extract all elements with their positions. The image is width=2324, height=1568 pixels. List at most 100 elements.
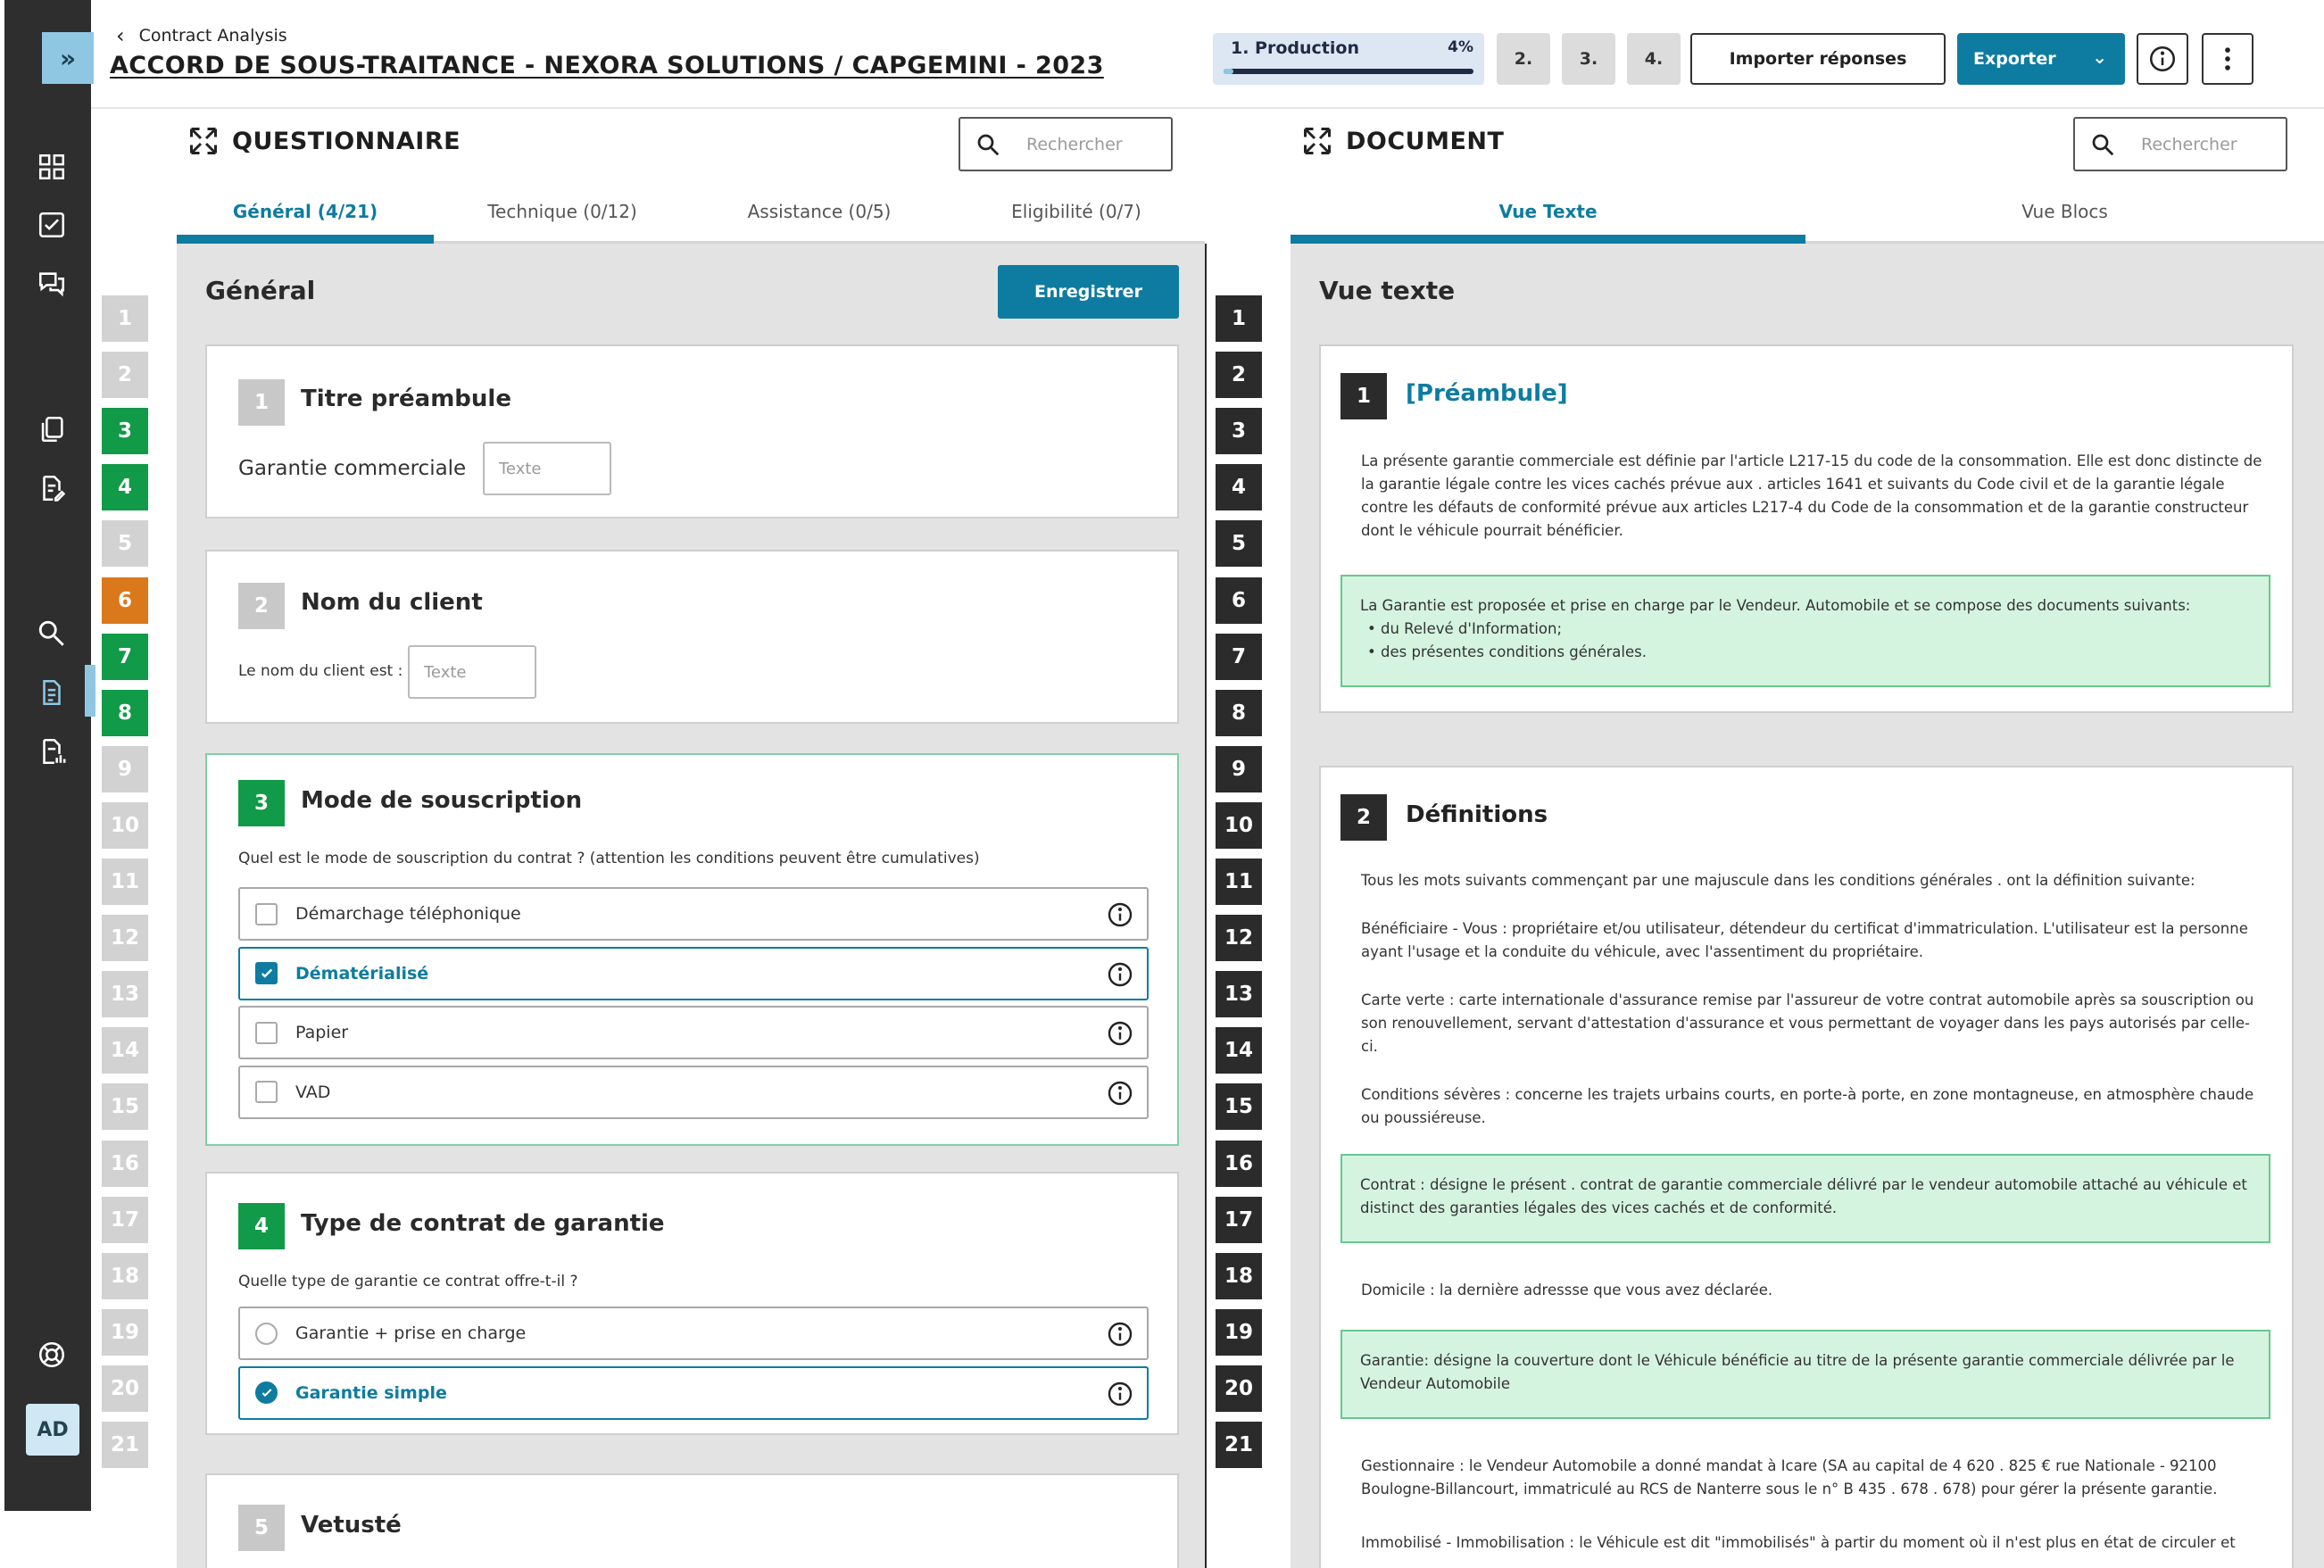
checkbox[interactable] — [255, 902, 278, 925]
question-nav-13[interactable]: 13 — [102, 971, 148, 1018]
question-nav-5[interactable]: 5 — [102, 520, 148, 568]
questionnaire-search-input[interactable]: Rechercher — [959, 117, 1173, 171]
question-nav-4[interactable]: 4 — [102, 464, 148, 511]
grid-icon[interactable] — [34, 149, 70, 185]
question-nav-18[interactable]: 18 — [1216, 1252, 1262, 1299]
question-nav-21[interactable]: 21 — [1216, 1422, 1262, 1468]
question-nav-16[interactable]: 16 — [1216, 1140, 1262, 1187]
expand-icon[interactable] — [187, 125, 220, 157]
avatar[interactable]: AD — [26, 1404, 79, 1456]
tab-assistance[interactable]: Assistance (0/5) — [691, 178, 948, 244]
highlighted-clause[interactable]: La Garantie est proposée et prise en cha… — [1340, 575, 2270, 687]
question-nav-21[interactable]: 21 — [102, 1422, 148, 1468]
file-edit-icon[interactable] — [34, 470, 70, 506]
checkbox-icon[interactable] — [34, 207, 70, 243]
tab-eligibilite[interactable]: Eligibilité (0/7) — [948, 178, 1205, 244]
question-nav-11[interactable]: 11 — [102, 859, 148, 905]
tab-vue-blocs[interactable]: Vue Blocs — [1805, 178, 2324, 244]
info-button[interactable] — [2137, 33, 2188, 85]
checkbox-option[interactable]: Dématérialisé — [238, 946, 1149, 1000]
question-nav-6[interactable]: 6 — [102, 577, 148, 624]
question-nav-12[interactable]: 12 — [1216, 915, 1262, 962]
question-nav-7[interactable]: 7 — [102, 633, 148, 680]
search-icon[interactable] — [34, 616, 70, 651]
step-2-button[interactable]: 2. — [1497, 33, 1550, 85]
checkbox-option[interactable]: Démarchage téléphonique — [238, 887, 1149, 941]
radio-option[interactable]: Garantie + prise en charge — [238, 1307, 1149, 1360]
question-nav-9[interactable]: 9 — [102, 745, 148, 792]
radio-button[interactable] — [255, 1322, 278, 1345]
save-button[interactable]: Enregistrer — [998, 265, 1179, 319]
question-nav-2[interactable]: 2 — [102, 352, 148, 399]
question-nav-18[interactable]: 18 — [102, 1252, 148, 1299]
question-nav-9[interactable]: 9 — [1216, 745, 1262, 792]
block-title[interactable]: [Préambule] — [1406, 380, 1568, 407]
document-block[interactable]: 1 [Préambule] La présente garantie comme… — [1319, 344, 2294, 713]
checkbox-option[interactable]: VAD — [238, 1065, 1149, 1119]
info-icon[interactable] — [1106, 1380, 1134, 1408]
production-step[interactable]: 1. Production 4% — [1213, 33, 1484, 85]
checkbox[interactable] — [255, 1021, 278, 1044]
question-nav-6[interactable]: 6 — [1216, 577, 1262, 624]
question-nav-19[interactable]: 19 — [1216, 1308, 1262, 1356]
expand-icon[interactable] — [1301, 125, 1333, 157]
step-4-button[interactable]: 4. — [1627, 33, 1681, 85]
question-nav-10[interactable]: 10 — [1216, 801, 1262, 849]
question-nav-4[interactable]: 4 — [1216, 464, 1262, 511]
radio-button[interactable] — [255, 1381, 278, 1404]
question-nav-8[interactable]: 8 — [102, 689, 148, 736]
question-nav-17[interactable]: 17 — [102, 1196, 148, 1243]
question-nav-11[interactable]: 11 — [1216, 859, 1262, 905]
question-nav-19[interactable]: 19 — [102, 1308, 148, 1356]
document-search-input[interactable]: Rechercher — [2073, 117, 2287, 171]
back-link[interactable]: ‹ Contract Analysis — [116, 23, 287, 48]
question-nav-5[interactable]: 5 — [1216, 520, 1262, 568]
radio-option[interactable]: Garantie simple — [238, 1365, 1149, 1420]
question-nav-20[interactable]: 20 — [102, 1365, 148, 1412]
question-nav-12[interactable]: 12 — [102, 915, 148, 962]
info-icon[interactable] — [1106, 960, 1134, 989]
checkbox-option[interactable]: Papier — [238, 1006, 1149, 1059]
checkbox[interactable] — [255, 1081, 278, 1103]
highlighted-clause[interactable]: Contrat : désigne le présent . contrat d… — [1340, 1154, 2270, 1243]
question-nav-15[interactable]: 15 — [1216, 1083, 1262, 1131]
import-answers-button[interactable]: Importer réponses — [1690, 33, 1946, 85]
info-icon[interactable] — [1106, 1079, 1134, 1108]
export-button[interactable]: Exporter ⌄ — [1957, 33, 2125, 85]
info-icon[interactable] — [1106, 1019, 1134, 1048]
more-options-button[interactable] — [2202, 33, 2253, 85]
question-nav-20[interactable]: 20 — [1216, 1365, 1262, 1412]
copy-icon[interactable] — [34, 411, 70, 447]
text-input[interactable]: Texte — [483, 442, 611, 495]
info-icon[interactable] — [1106, 1320, 1134, 1348]
question-nav-1[interactable]: 1 — [102, 295, 148, 342]
expand-sidebar-button[interactable]: » — [42, 32, 94, 84]
text-input[interactable]: Texte — [408, 645, 536, 699]
questionnaire-title: QUESTIONNAIRE — [232, 127, 461, 155]
chat-icon[interactable] — [34, 266, 70, 302]
question-nav-14[interactable]: 14 — [102, 1027, 148, 1074]
question-nav-3[interactable]: 3 — [102, 408, 148, 455]
question-nav-2[interactable]: 2 — [1216, 352, 1262, 399]
file-chart-icon[interactable] — [34, 734, 70, 769]
highlighted-clause[interactable]: Garantie: désigne la couverture dont le … — [1340, 1330, 2270, 1419]
step-3-button[interactable]: 3. — [1562, 33, 1615, 85]
checkbox[interactable] — [255, 962, 278, 984]
question-nav-8[interactable]: 8 — [1216, 689, 1262, 736]
tab-vue-texte[interactable]: Vue Texte — [1291, 178, 1805, 244]
question-nav-14[interactable]: 14 — [1216, 1027, 1262, 1074]
question-nav-16[interactable]: 16 — [102, 1140, 148, 1187]
question-nav-10[interactable]: 10 — [102, 801, 148, 849]
question-nav-17[interactable]: 17 — [1216, 1196, 1262, 1243]
tab-general[interactable]: Général (4/21) — [177, 178, 434, 244]
question-nav-1[interactable]: 1 — [1216, 295, 1262, 342]
help-icon[interactable] — [34, 1337, 70, 1373]
question-nav-13[interactable]: 13 — [1216, 971, 1262, 1018]
file-list-icon[interactable] — [34, 675, 70, 710]
question-nav-3[interactable]: 3 — [1216, 408, 1262, 455]
question-nav-7[interactable]: 7 — [1216, 633, 1262, 680]
tab-technique[interactable]: Technique (0/12) — [434, 178, 691, 244]
document-block[interactable]: 2 Définitions Tous les mots suivants com… — [1319, 766, 2294, 1568]
info-icon[interactable] — [1106, 900, 1134, 929]
question-nav-15[interactable]: 15 — [102, 1083, 148, 1131]
